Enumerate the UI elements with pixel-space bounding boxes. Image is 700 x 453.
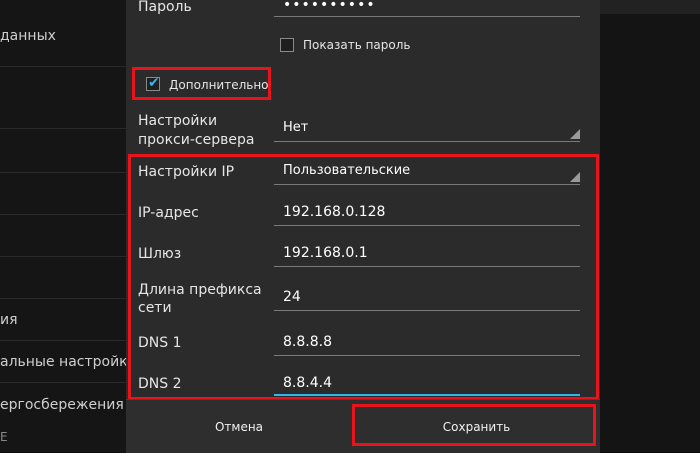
divider [0,298,126,299]
dns2-label: DNS 2 [138,376,182,392]
background-settings-list: данных ия альные настройки ергосбережени… [0,0,126,452]
prefix-length-input[interactable]: 24 [283,289,301,305]
divider [0,66,126,67]
proxy-underline [274,141,580,142]
dns2-input[interactable]: 8.8.4.4 [283,375,332,391]
gateway-input[interactable]: 192.168.0.1 [283,245,368,261]
ip-address-input[interactable]: 192.168.0.128 [283,204,385,220]
proxy-label-line2: прокси-сервера [138,132,255,148]
divider [0,128,126,129]
prefix-label-line1: Длина префикса [138,282,262,298]
proxy-spinner[interactable]: Нет [283,120,308,135]
ip-address-underline [274,225,580,226]
spinner-arrow-icon [570,172,580,182]
dns1-input[interactable]: 8.8.8.8 [283,334,332,350]
prefix-underline [274,310,580,311]
bg-item-special-settings[interactable]: альные настройки [0,354,126,370]
bg-item-power-saving[interactable]: ергосбережения [0,397,126,413]
show-password-label[interactable]: Показать пароль [303,38,410,52]
divider [0,340,126,341]
divider [0,382,126,383]
checkmark-icon: ✔ [148,75,160,91]
divider [0,172,126,173]
bg-item-partial[interactable]: E [0,430,126,444]
ip-settings-highlight-box [128,154,599,400]
ip-settings-underline [274,184,580,185]
password-label: Пароль [138,0,192,15]
save-highlight-box [352,404,596,446]
background-right-panel [600,0,700,452]
password-underline [274,16,580,17]
ip-settings-label: Настройки IP [138,164,235,180]
background-right-topbar [600,0,700,14]
advanced-label[interactable]: Дополнительно [169,78,269,92]
wifi-config-dialog: Пароль •••••••••• Показать пароль ✔ Допо… [126,0,600,453]
spinner-arrow-icon [570,129,580,139]
divider [0,214,126,215]
show-password-checkbox[interactable] [280,38,294,52]
dns2-underline-focused [274,394,580,396]
advanced-checkbox[interactable]: ✔ [146,75,160,91]
divider [0,256,126,257]
proxy-label-line1: Настройки [138,113,218,129]
bg-item-info[interactable]: ия [0,312,126,328]
dns1-label: DNS 1 [138,335,182,351]
password-field[interactable]: •••••••••• [283,0,376,13]
dns1-underline [274,355,580,356]
prefix-label-line2: сети [138,300,172,316]
gateway-underline [274,266,580,267]
bg-item-data[interactable]: данных [0,28,126,44]
ip-settings-spinner[interactable]: Пользовательские [283,163,410,178]
cancel-button[interactable]: Отмена [126,400,352,453]
gateway-label: Шлюз [138,246,182,262]
ip-address-label: IP-адрес [138,205,199,221]
